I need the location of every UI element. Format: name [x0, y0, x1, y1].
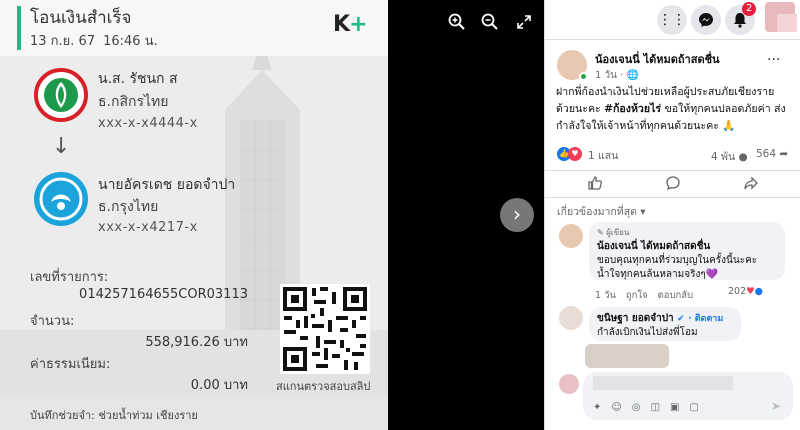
- fb-top-bar: ⋮⋮ 2: [545, 0, 800, 40]
- fee-value: 0.00 บาท: [190, 378, 248, 393]
- slip-title: โอนเงินสำเร็จ: [30, 8, 132, 28]
- transfer-slip: โอนเงินสำเร็จ 13 ก.ย. 67 16:46 น. K+ น.ส.…: [0, 0, 388, 430]
- receiver-name: นายอัครเดช ยอดจำปา: [98, 177, 236, 193]
- zoom-out-icon[interactable]: [479, 13, 501, 35]
- more-options-icon[interactable]: ···: [767, 52, 780, 68]
- camera-icon[interactable]: ◫: [651, 402, 660, 413]
- fullscreen-icon[interactable]: [513, 13, 535, 35]
- author-badge: ✎ ผู้เขียน: [597, 228, 630, 237]
- qr-caption: สแกนตรวจสอบสลิป: [276, 380, 371, 393]
- comment-author[interactable]: ขนิษฐา ยอดจำปา ✔ · ติดตาม: [597, 311, 733, 326]
- account-avatar-blur: [777, 14, 797, 32]
- comment-text: ขอบคุณทุกคนที่ร่วมบุญในครั้งนี้นะคะ น้ำใ…: [597, 255, 758, 280]
- facebook-panel: ⋮⋮ 2 น้องเจนนี่ ได้หมดถ้าสดชื่น 1 วัน · …: [544, 0, 800, 430]
- share-count[interactable]: 564 ➦: [756, 148, 788, 160]
- post-actions: [545, 170, 800, 198]
- hashtag-link[interactable]: #ก้องห้วยไร่: [604, 103, 661, 115]
- globe-icon: 🌐: [626, 70, 639, 81]
- sticker-icon[interactable]: ✦: [593, 402, 601, 413]
- qr-code: [280, 284, 370, 374]
- comment-time[interactable]: 1 วัน: [595, 290, 616, 301]
- fee-label: ค่าธรรมเนียม:: [30, 357, 111, 372]
- amount-value: 558,916.26 บาท: [145, 335, 248, 350]
- comment-image[interactable]: [585, 344, 669, 368]
- slip-datetime: 13 ก.ย. 67 16:46 น.: [30, 30, 166, 51]
- comment-bubble: ✎ ผู้เขียน น้องเจนนี่ ได้หมดถ้าสดชื่น ขอ…: [589, 222, 785, 280]
- sender-account: xxx-x-x4444-x: [98, 116, 198, 131]
- ref-label: เลขที่รายการ:: [30, 270, 109, 285]
- post-text: ฝากพี่ก้องนำเงินไปช่วยเหลือผู้ประสบภัยเช…: [556, 86, 786, 132]
- sender-bank: ธ.กสิกรไทย: [98, 94, 169, 110]
- comment-author[interactable]: น้องเจนนี่ ได้หมดถ้าสดชื่น: [597, 239, 777, 254]
- arrow-down-icon: ↓: [52, 134, 71, 159]
- gif-icon[interactable]: ▣: [670, 402, 679, 413]
- notification-badge: 2: [742, 2, 757, 16]
- verified-badge-icon: ✔: [677, 314, 685, 324]
- reaction-count: 1 แสน: [588, 150, 619, 162]
- emoji-icon[interactable]: ☺: [611, 402, 621, 413]
- post-time: 1 วัน · 🌐: [595, 70, 639, 81]
- memo: บันทึกช่วยจำ: ช่วยน้ำท่วม เชียงราย: [30, 409, 198, 422]
- menu-grid-icon[interactable]: ⋮⋮: [657, 5, 687, 35]
- zoom-in-icon[interactable]: [446, 13, 468, 35]
- comment-button-icon[interactable]: [665, 175, 681, 195]
- sender-name: น.ส. รัชนก ส: [98, 71, 178, 87]
- avatar-sticker-icon[interactable]: ◎: [632, 402, 641, 413]
- comment-reply-link[interactable]: ตอบกลับ: [658, 290, 694, 301]
- comment-avatar[interactable]: [559, 224, 583, 248]
- kbank-logo-icon: [34, 68, 88, 122]
- chevron-right-icon[interactable]: ›: [500, 198, 534, 232]
- post-author[interactable]: น้องเจนนี่ ได้หมดถ้าสดชื่น: [595, 50, 720, 68]
- composer-text-blurred: [593, 376, 733, 390]
- messenger-icon[interactable]: [691, 5, 721, 35]
- amount-label: จำนวน:: [30, 314, 75, 329]
- comment-avatar[interactable]: [559, 306, 583, 330]
- comment-composer[interactable]: ✦ ☺ ◎ ◫ ▣ ▢ ➤: [583, 372, 793, 420]
- comment-sort-dropdown[interactable]: เกี่ยวข้องมากที่สุด ▾: [557, 203, 646, 220]
- like-button-icon[interactable]: [587, 175, 603, 195]
- accent-bar: [17, 6, 21, 50]
- ktb-logo-icon: [34, 172, 88, 226]
- photo-viewer: ›: [388, 0, 544, 430]
- receiver-bank: ธ.กรุงไทย: [98, 199, 159, 215]
- my-avatar: [559, 374, 579, 394]
- sticker2-icon[interactable]: ▢: [689, 402, 698, 413]
- share-arrow-icon: ➦: [779, 148, 789, 160]
- kplus-logo: K+: [333, 12, 368, 37]
- slip-time: 16:46 น.: [103, 34, 158, 49]
- share-button-icon[interactable]: [743, 175, 759, 195]
- online-indicator: [579, 72, 588, 81]
- comment-bubble-icon: ●: [738, 151, 748, 163]
- comment-bubble: ขนิษฐา ยอดจำปา ✔ · ติดตาม กำลังเบิกเงินไ…: [589, 307, 741, 341]
- send-icon[interactable]: ➤: [771, 399, 781, 413]
- receiver-account: xxx-x-x4217-x: [98, 220, 198, 235]
- comment-count[interactable]: 4 พัน ●: [711, 148, 748, 165]
- follow-link[interactable]: · ติดตาม: [688, 314, 723, 324]
- slip-date: 13 ก.ย. 67: [30, 34, 96, 49]
- composer-tools: ✦ ☺ ◎ ◫ ▣ ▢: [593, 402, 709, 413]
- screen: โอนเงินสำเร็จ 13 ก.ย. 67 16:46 น. K+ น.ส.…: [0, 0, 800, 430]
- love-reaction-icon: ♥: [568, 147, 582, 161]
- comment-reaction-count[interactable]: 202♥●: [728, 286, 763, 297]
- comment-meta: 1 วัน ถูกใจ ตอบกลับ: [595, 288, 703, 303]
- ref-value: 014257164655COR03113: [79, 287, 248, 302]
- comment-text: กำลังเบิกเงินไปส่งพี่โอม: [597, 327, 698, 338]
- comment-like-link[interactable]: ถูกใจ: [626, 290, 648, 301]
